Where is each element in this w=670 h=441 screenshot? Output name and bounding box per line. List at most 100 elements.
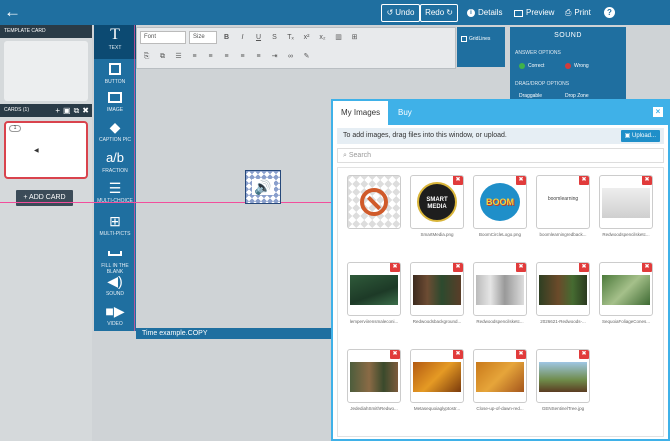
card-number: 1 bbox=[9, 125, 21, 132]
delete-icon[interactable]: ✖ bbox=[453, 176, 463, 185]
add-icon[interactable]: + bbox=[55, 104, 60, 117]
add-card-button[interactable]: + ADD CARD bbox=[16, 190, 73, 206]
redo-button[interactable]: Redo ↻ bbox=[420, 4, 458, 22]
image-tile[interactable]: ✖ bbox=[347, 349, 401, 403]
subscript-icon[interactable]: x₂ bbox=[316, 31, 329, 44]
image-icon[interactable]: ▣ bbox=[63, 104, 71, 117]
tool-multi-choice[interactable]: ☰ MULTI-CHOICE bbox=[94, 178, 136, 212]
grid-icon: ⊞ bbox=[109, 213, 121, 229]
tab-buy[interactable]: Buy bbox=[390, 101, 420, 125]
tool-text[interactable]: T TEXT bbox=[94, 25, 136, 59]
sound-widget[interactable]: 🔊 bbox=[245, 170, 281, 204]
copy-icon[interactable]: ⧉ bbox=[74, 104, 80, 117]
delete-icon[interactable]: ✖ bbox=[516, 263, 526, 272]
align-center-icon[interactable]: ≡ bbox=[220, 50, 233, 63]
bullet-list-icon[interactable]: ☰ bbox=[172, 50, 185, 63]
tool-caption-pic[interactable]: ◆ CAPTION PIC bbox=[94, 117, 136, 151]
color-icon[interactable]: ▥ bbox=[332, 31, 345, 44]
image-tile[interactable]: boomlearning ✖ bbox=[536, 175, 590, 229]
print-button[interactable]: ⎙ Print bbox=[565, 4, 591, 22]
details-label: Details bbox=[478, 8, 503, 17]
image-tile[interactable]: ✖ bbox=[536, 349, 590, 403]
delete-icon[interactable]: ✖ bbox=[390, 350, 400, 359]
tool-video[interactable]: ■▶ VIDEO bbox=[94, 301, 136, 335]
image-filename: GENSentinelTree.jpg bbox=[541, 406, 585, 411]
clear-format-icon[interactable]: Tₓ bbox=[284, 31, 297, 44]
template-card-header: TEMPLATE CARD bbox=[0, 25, 92, 38]
image-tile[interactable] bbox=[347, 175, 401, 229]
link-icon[interactable]: ∞ bbox=[284, 50, 297, 63]
search-placeholder: Search bbox=[348, 152, 372, 159]
delete-icon[interactable]: ✖ bbox=[390, 263, 400, 272]
tool-image[interactable]: IMAGE bbox=[94, 87, 136, 121]
paste-icon[interactable]: ⎘ bbox=[140, 50, 153, 63]
bold-icon[interactable]: B bbox=[220, 31, 233, 44]
delete-icon[interactable]: ✖ bbox=[516, 350, 526, 359]
superscript-icon[interactable]: x² bbox=[300, 31, 313, 44]
tool-fraction[interactable]: a/b FRACTION bbox=[94, 148, 136, 182]
card-thumbnail[interactable]: 1 ◀ bbox=[4, 121, 88, 179]
tool-sound[interactable]: ◀) SOUND bbox=[94, 271, 136, 305]
delete-icon[interactable]: ✖ bbox=[642, 176, 652, 185]
search-input[interactable]: ⌕ Search bbox=[337, 148, 664, 163]
image-tile[interactable]: ✖ bbox=[473, 262, 527, 316]
undo-button[interactable]: ↺ Undo bbox=[381, 4, 420, 22]
correct-option[interactable]: Correct bbox=[519, 63, 544, 69]
image-tile[interactable]: ✖ bbox=[536, 262, 590, 316]
image-tile[interactable]: ✖ bbox=[410, 349, 464, 403]
justify-icon[interactable]: ≡ bbox=[252, 50, 265, 63]
card-canvas[interactable] bbox=[136, 25, 331, 331]
image-tile[interactable]: BOOM ✖ bbox=[473, 175, 527, 229]
delete-icon[interactable]: ✖ bbox=[453, 263, 463, 272]
tab-my-images[interactable]: My Images bbox=[333, 101, 389, 125]
trash-icon[interactable]: ✖ bbox=[82, 104, 89, 117]
details-button[interactable]: i Details bbox=[467, 4, 502, 22]
redo-icon: ↻ bbox=[446, 8, 453, 17]
numbered-list-icon[interactable]: ≡ bbox=[188, 50, 201, 63]
image-filename: Metasequoiaglyptostr... bbox=[413, 406, 461, 411]
tool-label: IMAGE bbox=[106, 107, 124, 113]
image-tile[interactable]: ✖ bbox=[599, 175, 653, 229]
gridlines-toggle[interactable]: GridLines bbox=[457, 27, 505, 67]
tool-label: MULTI-CHOICE bbox=[97, 198, 133, 204]
tool-multi-picts[interactable]: ⊞ MULTI-PICTS bbox=[94, 211, 136, 245]
delete-icon[interactable]: ✖ bbox=[579, 176, 589, 185]
canvas-caption: Time example.COPY bbox=[136, 328, 331, 339]
sound-panel-title: SOUND bbox=[554, 32, 582, 39]
image-tile[interactable]: ✖ bbox=[599, 262, 653, 316]
image-tile[interactable]: ✖ bbox=[410, 262, 464, 316]
template-card-preview[interactable] bbox=[4, 41, 88, 101]
align-left-icon[interactable]: ≡ bbox=[204, 50, 217, 63]
size-select[interactable]: Size bbox=[189, 31, 217, 44]
delete-icon[interactable]: ✖ bbox=[579, 263, 589, 272]
help-icon[interactable]: ? bbox=[604, 7, 615, 18]
font-select[interactable]: Font bbox=[140, 31, 186, 44]
table-icon[interactable]: ⊞ bbox=[348, 31, 361, 44]
print-label: Print bbox=[574, 8, 591, 17]
tool-label: VIDEO bbox=[107, 321, 123, 327]
preview-button[interactable]: Preview bbox=[514, 4, 554, 22]
wrong-option[interactable]: Wrong bbox=[565, 63, 589, 69]
close-icon[interactable]: × bbox=[653, 107, 663, 117]
upload-button[interactable]: ▣ Upload... bbox=[620, 130, 660, 142]
tool-palette: T TEXT BUTTON IMAGE ◆ CAPTION PIC a/b FR… bbox=[94, 25, 136, 331]
delete-icon[interactable]: ✖ bbox=[516, 176, 526, 185]
strikethrough-icon[interactable]: S bbox=[268, 31, 281, 44]
image-tile[interactable]: SMART MEDIA ✖ bbox=[410, 175, 464, 229]
gridlines-checkbox[interactable] bbox=[461, 36, 467, 42]
delete-icon[interactable]: ✖ bbox=[579, 350, 589, 359]
image-filename: lemperviirensmaleconi... bbox=[349, 319, 399, 324]
arrow-left-icon[interactable]: ← bbox=[4, 2, 21, 22]
blank-icon bbox=[106, 246, 124, 260]
delete-icon[interactable]: ✖ bbox=[642, 263, 652, 272]
copy-icon[interactable]: ⧉ bbox=[156, 50, 169, 63]
underline-icon[interactable]: U bbox=[252, 31, 265, 44]
align-right-icon[interactable]: ≡ bbox=[236, 50, 249, 63]
indent-icon[interactable]: ⇥ bbox=[268, 50, 281, 63]
highlight-icon[interactable]: ✎ bbox=[300, 50, 313, 63]
speaker-icon: 🔊 bbox=[252, 179, 274, 195]
italic-icon[interactable]: I bbox=[236, 31, 249, 44]
image-tile[interactable]: ✖ bbox=[347, 262, 401, 316]
image-tile[interactable]: ✖ bbox=[473, 349, 527, 403]
delete-icon[interactable]: ✖ bbox=[453, 350, 463, 359]
